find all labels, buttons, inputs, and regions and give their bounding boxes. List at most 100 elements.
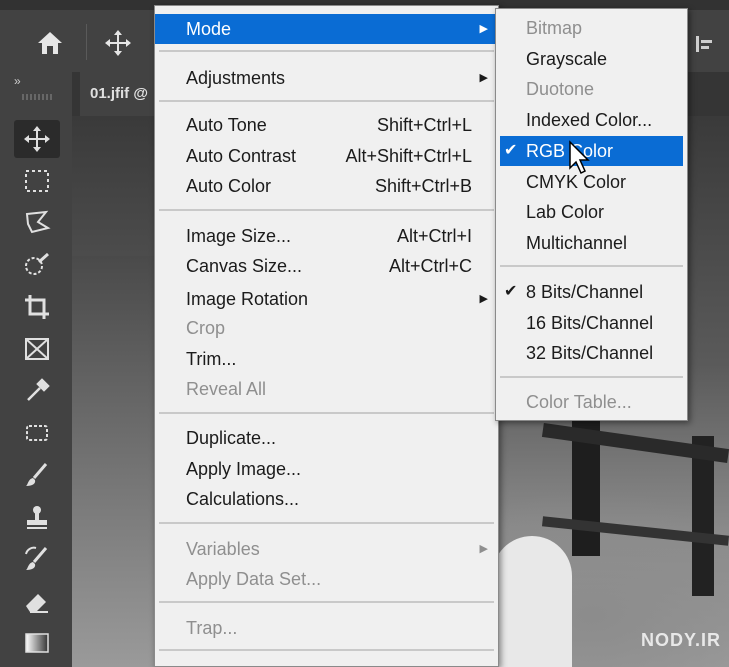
submenu-item-label: 32 Bits/Channel [526,343,654,363]
menu-item-label: Duplicate... [186,428,277,448]
quick-selection-tool-icon[interactable] [14,246,60,284]
menu-item-auto-color[interactable]: Auto Color Shift+Ctrl+B [155,171,498,201]
menu-item-shortcut: Shift+Ctrl+L [376,115,472,135]
menu-item-label: Trap... [186,618,238,638]
menu-item-duplicate[interactable]: Duplicate... [155,423,498,453]
menu-item-trim[interactable]: Trim... [155,344,498,374]
image-menu: Mode ▶ Adjustments ▶ Auto Tone Shift+Ctr… [154,5,499,667]
lasso-tool-icon[interactable] [14,204,60,242]
menu-item-label: Image Size... [186,226,292,246]
submenu-item-label: Lab Color [526,202,605,222]
submenu-item-label: 8 Bits/Channel [526,282,644,302]
mode-item-bitmap: Bitmap [496,13,687,43]
submenu-item-label: Indexed Color... [526,110,653,130]
align-icon[interactable] [694,34,714,54]
collapse-panel-icon[interactable]: » [14,74,21,88]
mode-item-8-bits[interactable]: ✔ 8 Bits/Channel [496,277,687,307]
healing-brush-tool-icon[interactable] [14,414,60,452]
watermark-text: NODY.IR [640,630,721,650]
menu-item-calculations[interactable]: Calculations... [155,484,498,514]
submenu-item-label: Color Table... [526,392,632,412]
menu-item-auto-tone[interactable]: Auto Tone Shift+Ctrl+L [155,110,498,140]
menu-item-variables: Variables ▶ [155,534,498,564]
mode-item-duotone: Duotone [496,74,687,104]
home-icon[interactable] [28,28,72,58]
menu-item-adjustments[interactable]: Adjustments ▶ [155,63,498,93]
checkmark-icon: ✔ [504,283,518,300]
menu-separator [159,209,494,211]
menu-item-trap: Trap... [155,613,498,643]
mode-submenu: Bitmap Grayscale Duotone Indexed Color..… [495,8,688,421]
history-brush-tool-icon[interactable] [14,540,60,578]
menu-item-label: Canvas Size... [186,256,303,276]
panel-grip[interactable] [22,94,54,100]
menu-separator [159,522,494,524]
photo-foliage [72,256,162,667]
eyedropper-tool-icon[interactable] [14,372,60,410]
submenu-separator [500,265,683,267]
submenu-item-label: Multichannel [526,233,628,253]
submenu-arrow-icon: ▶ [479,23,488,35]
options-separator [86,24,87,60]
menu-item-apply-data-set: Apply Data Set... [155,564,498,594]
menu-item-label: Auto Tone [186,115,267,135]
menu-item-auto-contrast[interactable]: Auto Contrast Alt+Shift+Ctrl+L [155,141,498,171]
mode-item-color-table: Color Table... [496,387,687,417]
menu-item-shortcut: Alt+Shift+Ctrl+L [345,146,472,166]
submenu-item-label: 16 Bits/Channel [526,313,654,333]
menu-item-shortcut: Shift+Ctrl+B [374,176,472,196]
submenu-arrow-icon: ▶ [479,543,488,555]
menu-item-image-size[interactable]: Image Size... Alt+Ctrl+I [155,221,498,251]
gradient-tool-icon[interactable] [14,624,60,662]
menu-item-label: Variables [186,539,260,559]
menu-item-reveal-all: Reveal All [155,374,498,404]
menu-item-label: Image Rotation [186,289,309,309]
menu-item-label: Calculations... [186,489,300,509]
submenu-separator [500,376,683,378]
photo-subject [492,536,572,667]
mode-item-16-bits[interactable]: 16 Bits/Channel [496,308,687,338]
menu-separator [159,601,494,603]
cursor-icon [568,140,592,176]
menu-item-label: Auto Color [186,176,272,196]
document-tab[interactable]: 01.jfif @ [80,72,158,116]
menu-item-apply-image[interactable]: Apply Image... [155,454,498,484]
menu-item-image-rotation[interactable]: Image Rotation ▶ [155,284,498,314]
checkmark-icon: ✔ [504,142,518,159]
submenu-item-label: Duotone [526,79,595,99]
marquee-tool-icon[interactable] [14,162,60,200]
menu-item-label: Trim... [186,349,237,369]
move-icon[interactable] [103,28,133,58]
menu-item-canvas-size[interactable]: Canvas Size... Alt+Ctrl+C [155,251,498,281]
menu-item-label: Crop [186,318,226,338]
move-tool-icon[interactable] [14,120,60,158]
crop-tool-icon[interactable] [14,288,60,326]
submenu-item-label: Grayscale [526,49,608,69]
menu-item-crop: Crop [155,313,498,343]
frame-tool-icon[interactable] [14,330,60,368]
eraser-tool-icon[interactable] [14,582,60,620]
submenu-item-label: Bitmap [526,18,583,38]
stamp-tool-icon[interactable] [14,498,60,536]
menu-separator [159,649,494,651]
menu-item-label: Apply Image... [186,459,302,479]
mode-item-grayscale[interactable]: Grayscale [496,44,687,74]
menu-item-shortcut: Alt+Ctrl+C [388,256,472,276]
menu-item-label: Apply Data Set... [186,569,322,589]
menu-item-label: Adjustments [186,68,286,88]
mode-item-indexed-color[interactable]: Indexed Color... [496,105,687,135]
menu-item-label: Auto Contrast [186,146,297,166]
mode-item-multichannel[interactable]: Multichannel [496,228,687,258]
menu-separator [159,50,494,52]
watermark-logo: NODY.IR [640,630,722,660]
menu-item-mode[interactable]: Mode ▶ [155,14,498,44]
menu-separator [159,100,494,102]
mode-item-32-bits[interactable]: 32 Bits/Channel [496,338,687,368]
brush-tool-icon[interactable] [14,456,60,494]
tools-panel: » [0,72,73,667]
menu-separator [159,412,494,414]
mode-item-lab-color[interactable]: Lab Color [496,197,687,227]
menu-item-shortcut: Alt+Ctrl+I [396,226,472,246]
menu-item-label: Reveal All [186,379,267,399]
submenu-arrow-icon: ▶ [479,72,488,84]
